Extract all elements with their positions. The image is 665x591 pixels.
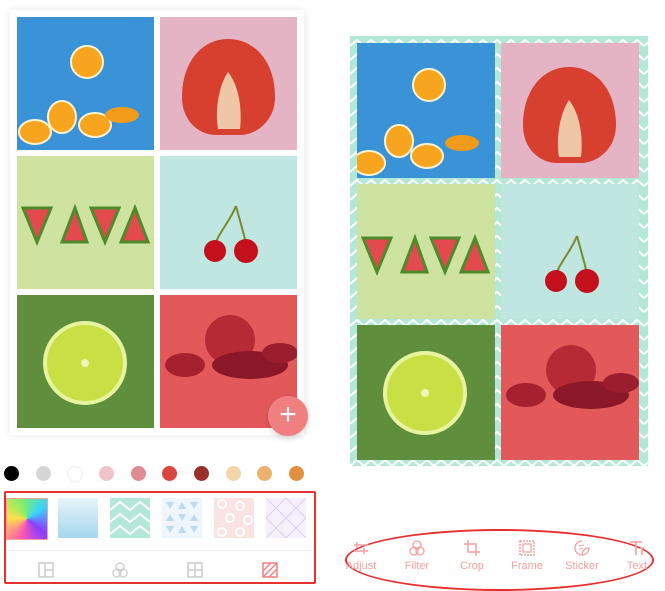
tool-label: Text [626,560,648,572]
tool-label: Sticker [565,560,599,572]
tool-label: Frame [511,560,543,572]
photo-grid [17,17,297,428]
add-photo-button[interactable]: + [268,396,308,436]
tab-layout[interactable] [38,562,54,578]
tool-text[interactable]: Text [610,530,664,572]
bg-blue-triangles[interactable] [162,498,202,538]
background-icon [262,562,278,578]
preview-grid [357,43,641,460]
grid-icon [187,562,203,578]
color-swatch[interactable] [36,466,51,481]
photo-watermelon[interactable] [17,156,154,289]
tool-sticker[interactable]: Sticker [555,530,609,572]
preview-orange[interactable] [357,43,495,178]
color-swatch[interactable] [162,466,177,481]
tool-crop[interactable]: Crop [445,530,499,572]
sticker-icon [574,540,590,556]
photo-strawberry[interactable] [160,17,297,150]
color-swatch[interactable] [4,466,19,481]
tool-label: Adjust [345,560,377,572]
cherries-image [204,205,258,263]
bg-rainbow-gradient[interactable] [6,498,48,540]
collage-preview [350,36,648,466]
photo-lime[interactable] [17,295,154,428]
strawberry-image [182,39,275,135]
edit-toolbar: Adjust Filter Crop Frame Sticker Text [343,530,661,590]
tool-filter[interactable]: Filter [390,530,444,572]
frame-icon [519,540,535,556]
tab-background[interactable] [262,562,278,578]
color-swatch[interactable] [131,466,146,481]
color-swatch[interactable] [67,466,83,482]
preview-watermelon[interactable] [357,184,495,319]
collage-canvas [10,10,304,435]
tool-adjust[interactable]: Adjust [334,530,388,572]
preview-strawberry[interactable] [501,43,639,178]
tab-divider [6,550,312,551]
tab-grid[interactable] [187,562,203,578]
bg-pink-circles[interactable] [214,498,254,538]
tool-label: Filter [404,560,430,572]
color-swatch[interactable] [99,466,114,481]
color-swatch[interactable] [289,466,304,481]
color-swatch[interactable] [226,466,241,481]
color-swatch[interactable] [257,466,272,481]
bg-mint-zigzag[interactable] [109,498,151,538]
text-icon [630,541,644,555]
photo-orange[interactable] [17,17,154,150]
lime-image [43,321,127,405]
crop-icon [464,540,480,556]
bg-lavender-lattice[interactable] [265,497,307,539]
color-swatch[interactable] [194,466,209,481]
watermelon-image [20,203,151,246]
preview-cherries[interactable] [501,184,639,319]
tab-filter[interactable] [112,562,128,578]
tool-label: Crop [460,560,484,572]
adjust-icon [354,542,368,554]
filter-icon [112,562,128,578]
bg-blue-gradient[interactable] [58,498,98,538]
orange-image [18,45,139,145]
layout-icon [38,562,54,578]
filter-icon [409,540,425,556]
preview-lime[interactable] [357,325,495,460]
tool-frame[interactable]: Frame [500,530,554,572]
photo-cherries[interactable] [160,156,297,289]
color-palette [0,462,320,486]
preview-pomegranate[interactable] [501,325,639,460]
